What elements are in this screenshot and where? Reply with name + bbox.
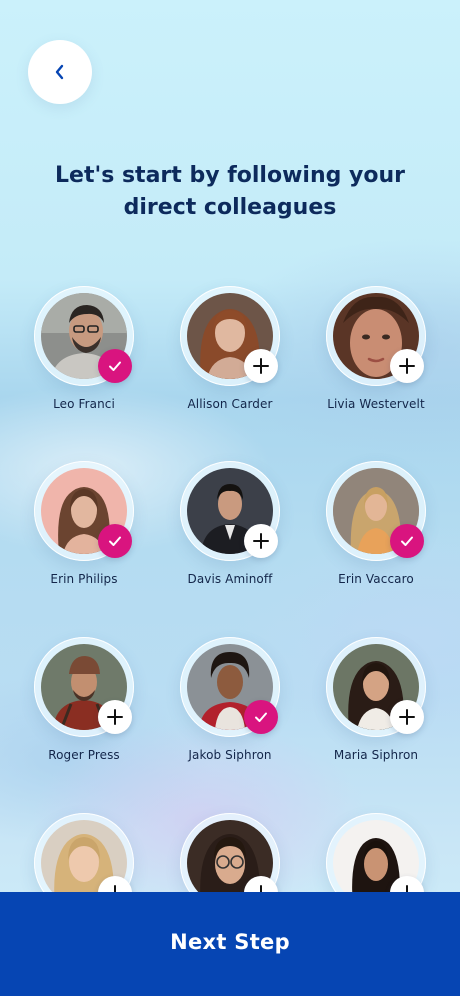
avatar-wrap: [180, 286, 280, 386]
avatar-wrap: [326, 637, 426, 737]
colleague-name: Jakob Siphron: [188, 748, 272, 762]
add-badge[interactable]: [390, 349, 424, 383]
plus-icon: [253, 358, 269, 374]
next-step-label: Next Step: [170, 930, 290, 954]
avatar-wrap: [34, 286, 134, 386]
avatar-wrap: [180, 461, 280, 561]
plus-icon: [399, 709, 415, 725]
colleague-name: Allison Carder: [187, 397, 273, 411]
check-icon: [401, 536, 413, 546]
check-icon: [255, 712, 267, 722]
colleague-name: Davis Aminoff: [187, 572, 273, 586]
add-badge[interactable]: [390, 700, 424, 734]
colleague-name: Roger Press: [48, 748, 120, 762]
follow-colleagues-screen: Let's start by following your direct col…: [0, 0, 460, 996]
followed-badge[interactable]: [244, 700, 278, 734]
check-icon: [109, 361, 121, 371]
colleague-card[interactable]: Roger Press: [14, 637, 154, 762]
avatar-wrap: [34, 461, 134, 561]
colleague-card[interactable]: Jakob Siphron: [160, 637, 300, 762]
colleagues-grid: Leo Franci Allison Carder Livia Westerve…: [0, 0, 460, 996]
next-step-button[interactable]: Next Step: [0, 892, 460, 996]
add-badge[interactable]: [244, 524, 278, 558]
followed-badge[interactable]: [98, 524, 132, 558]
followed-badge[interactable]: [98, 349, 132, 383]
avatar-wrap: [180, 637, 280, 737]
add-badge[interactable]: [244, 349, 278, 383]
colleague-name: Maria Siphron: [333, 748, 419, 762]
followed-badge[interactable]: [390, 524, 424, 558]
avatar-wrap: [326, 286, 426, 386]
plus-icon: [399, 358, 415, 374]
plus-icon: [107, 709, 123, 725]
colleague-name: Erin Philips: [50, 572, 118, 586]
colleague-card[interactable]: Allison Carder: [160, 286, 300, 411]
colleague-card[interactable]: Erin Vaccaro: [306, 461, 446, 586]
avatar-wrap: [326, 461, 426, 561]
colleague-name: Erin Vaccaro: [338, 572, 414, 586]
check-icon: [109, 536, 121, 546]
add-badge[interactable]: [98, 700, 132, 734]
colleague-name: Livia Westervelt: [327, 397, 425, 411]
colleague-name: Leo Franci: [53, 397, 115, 411]
colleague-card[interactable]: Livia Westervelt: [306, 286, 446, 411]
colleague-card[interactable]: Leo Franci: [14, 286, 154, 411]
avatar-wrap: [34, 637, 134, 737]
plus-icon: [253, 533, 269, 549]
colleague-card[interactable]: Maria Siphron: [306, 637, 446, 762]
colleague-card[interactable]: Erin Philips: [14, 461, 154, 586]
colleague-card[interactable]: Davis Aminoff: [160, 461, 300, 586]
